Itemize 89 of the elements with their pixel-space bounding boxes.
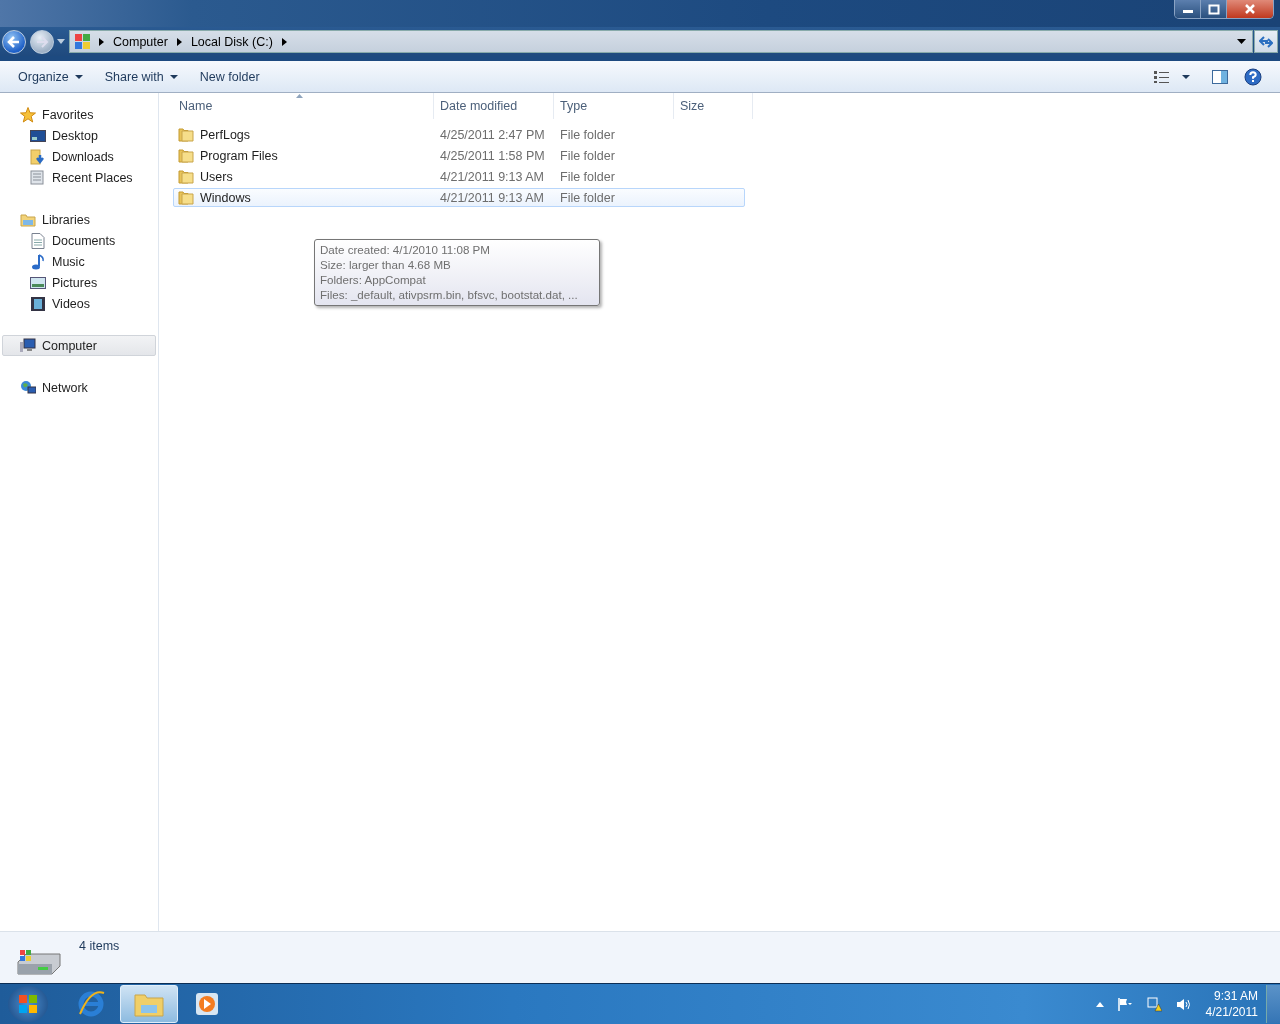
chevron-icon[interactable]: [176, 37, 182, 46]
column-header[interactable]: Size: [674, 93, 753, 119]
toolbar-button[interactable]: Organize: [8, 65, 93, 88]
column-header[interactable]: Type: [554, 93, 674, 119]
desktop-icon: [30, 127, 46, 144]
computer-icon: [20, 337, 36, 354]
sidebar-item[interactable]: Computer: [2, 335, 156, 356]
type-cell-text: File folder: [559, 148, 616, 163]
globe-icon: [77, 990, 105, 1018]
network-warning-icon[interactable]: [1145, 996, 1162, 1012]
start-button[interactable]: [8, 986, 48, 1022]
folder-icon: [178, 169, 194, 184]
document-icon: [30, 232, 46, 249]
file-row[interactable]: Program Files 4/25/2011 1:58 PM File folder: [173, 146, 745, 165]
sidebar-item[interactable]: Desktop: [0, 125, 158, 146]
file-name: Program Files: [200, 148, 278, 163]
close-icon: [1244, 4, 1256, 14]
windows-logo-icon: [18, 994, 38, 1014]
sidebar-item[interactable]: Downloads: [0, 146, 158, 167]
details-view-icon: [1154, 70, 1170, 83]
sidebar-item[interactable]: Videos: [0, 293, 158, 314]
back-button[interactable]: [2, 29, 26, 54]
file-name: Windows: [200, 190, 251, 205]
back-arrow-icon: [7, 34, 21, 49]
tooltip-line: Folders: AppCompat: [320, 272, 427, 287]
type-cell-text: File folder: [559, 190, 616, 205]
maximize-button[interactable]: [1201, 0, 1227, 18]
folder-icon: [178, 190, 194, 205]
star-icon: [20, 106, 36, 123]
clock[interactable]: 9:31 AM 4/21/2011: [1205, 988, 1258, 1020]
sidebar-item[interactable]: Favorites: [0, 104, 158, 125]
caret-icon[interactable]: [1237, 39, 1246, 44]
forward-arrow-icon: [35, 34, 49, 49]
folder-icon: [178, 148, 194, 163]
close-button[interactable]: [1227, 0, 1273, 18]
video-icon: [30, 295, 46, 312]
sidebar-item[interactable]: Music: [0, 251, 158, 272]
sidebar-item[interactable]: Network: [0, 377, 158, 398]
maximize-icon: [1207, 3, 1220, 15]
refresh-icon: [1259, 35, 1273, 48]
file-row[interactable]: Users 4/21/2011 9:13 AM File folder: [173, 167, 745, 186]
help-icon: [1244, 67, 1262, 86]
chevron-icon[interactable]: [281, 37, 287, 46]
folder-icon: [178, 127, 194, 142]
folder-icon: [134, 991, 164, 1017]
date-cell-text: 4/25/2011 1:58 PM: [439, 148, 546, 163]
date-cell-text: 4/25/2011 2:47 PM: [439, 127, 546, 142]
network-icon: [20, 379, 36, 396]
toolbar-button[interactable]: Share with: [94, 65, 188, 88]
music-icon: [30, 253, 46, 270]
breadcrumb-item[interactable]: Computer: [113, 34, 168, 49]
show-hidden-icons-icon[interactable]: [1095, 1001, 1104, 1007]
tooltip-line: Size: larger than 4.68 MB: [320, 257, 452, 272]
file-name: Users: [200, 169, 233, 184]
column-header[interactable]: Name: [173, 93, 434, 119]
breadcrumb-item[interactable]: Local Disk (C:): [190, 34, 273, 49]
tooltip-line: Date created: 4/1/2010 11:08 PM: [320, 242, 491, 257]
downloads-icon: [30, 148, 46, 165]
clock-time: 9:31 AM: [1213, 988, 1258, 1004]
speaker-icon[interactable]: [1175, 997, 1192, 1011]
file-row[interactable]: Windows 4/21/2011 9:13 AM File folder: [173, 188, 745, 207]
sidebar-item[interactable]: Pictures: [0, 272, 158, 293]
play-icon: [194, 991, 220, 1017]
clock-date: 4/21/2011: [1205, 1004, 1258, 1020]
caret-icon[interactable]: [1182, 74, 1190, 79]
toolbar-button[interactable]: New folder: [189, 65, 270, 88]
tooltip-line: Files: _default, ativpsrm.bin, bfsvc, bootstat.dat, ...: [320, 287, 579, 302]
forward-button[interactable]: [30, 29, 54, 54]
drive-icon: [74, 32, 92, 51]
address-bar[interactable]: Computer Local Disk (C:): [69, 30, 1253, 53]
chevron-icon[interactable]: [99, 37, 104, 46]
type-cell-text: File folder: [559, 127, 616, 142]
picture-icon: [30, 274, 46, 291]
pane-icon: [1212, 69, 1228, 84]
refresh-button[interactable]: [1254, 30, 1278, 53]
date-cell-text: 4/21/2011 9:13 AM: [439, 169, 546, 184]
sidebar-item[interactable]: Documents: [0, 230, 158, 251]
library-icon: [20, 211, 36, 228]
file-name: PerfLogs: [200, 127, 251, 142]
file-row[interactable]: PerfLogs 4/25/2011 2:47 PM File folder: [173, 125, 745, 144]
date-cell-text: 4/21/2011 9:13 AM: [439, 190, 546, 205]
flag-icon[interactable]: [1117, 997, 1132, 1011]
item-count: 4 items: [79, 939, 120, 953]
type-cell-text: File folder: [559, 169, 616, 184]
recent-icon: [30, 169, 46, 186]
sidebar-item[interactable]: Libraries: [0, 209, 158, 230]
column-header[interactable]: Date modified: [434, 93, 554, 119]
minimize-button[interactable]: [1175, 0, 1201, 18]
sidebar-item[interactable]: Recent Places: [0, 167, 158, 188]
